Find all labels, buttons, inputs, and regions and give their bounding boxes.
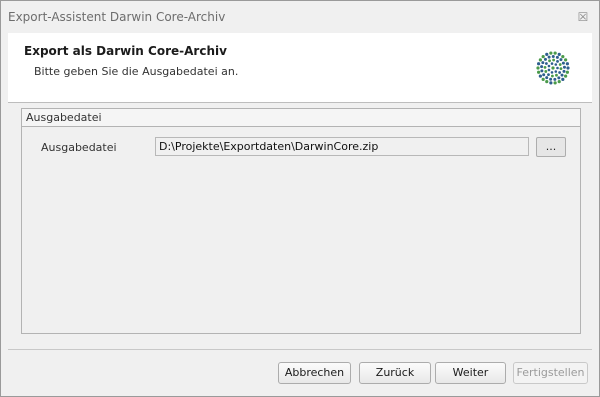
output-file-label: Ausgabedatei: [41, 141, 117, 154]
wizard-footer: Abbrechen Zurück Weiter Fertigstellen: [1, 350, 599, 396]
export-wizard-window: Export-Assistent Darwin Core-Archiv ☒ Ex…: [0, 0, 600, 397]
cancel-button[interactable]: Abbrechen: [278, 362, 351, 384]
output-file-input[interactable]: [155, 137, 529, 156]
page-title: Export als Darwin Core-Archiv: [24, 44, 227, 58]
window-titlebar[interactable]: Export-Assistent Darwin Core-Archiv ☒: [1, 1, 599, 32]
back-button[interactable]: Zurück: [359, 362, 431, 384]
next-button[interactable]: Weiter: [435, 362, 506, 384]
darwin-core-logo-icon: [536, 51, 570, 85]
browse-button[interactable]: ...: [536, 137, 566, 157]
finish-button[interactable]: Fertigstellen: [513, 362, 588, 384]
page-subtitle: Bitte geben Sie die Ausgabedatei an.: [34, 65, 239, 78]
wizard-content: Export als Darwin Core-Archiv Bitte gebe…: [8, 33, 592, 348]
wizard-header: Export als Darwin Core-Archiv Bitte gebe…: [8, 33, 592, 103]
group-header: Ausgabedatei: [22, 109, 580, 127]
window-title: Export-Assistent Darwin Core-Archiv: [8, 10, 226, 24]
close-icon[interactable]: ☒: [576, 10, 590, 24]
output-file-group: Ausgabedatei Ausgabedatei ...: [21, 108, 581, 334]
group-title: Ausgabedatei: [26, 111, 102, 124]
